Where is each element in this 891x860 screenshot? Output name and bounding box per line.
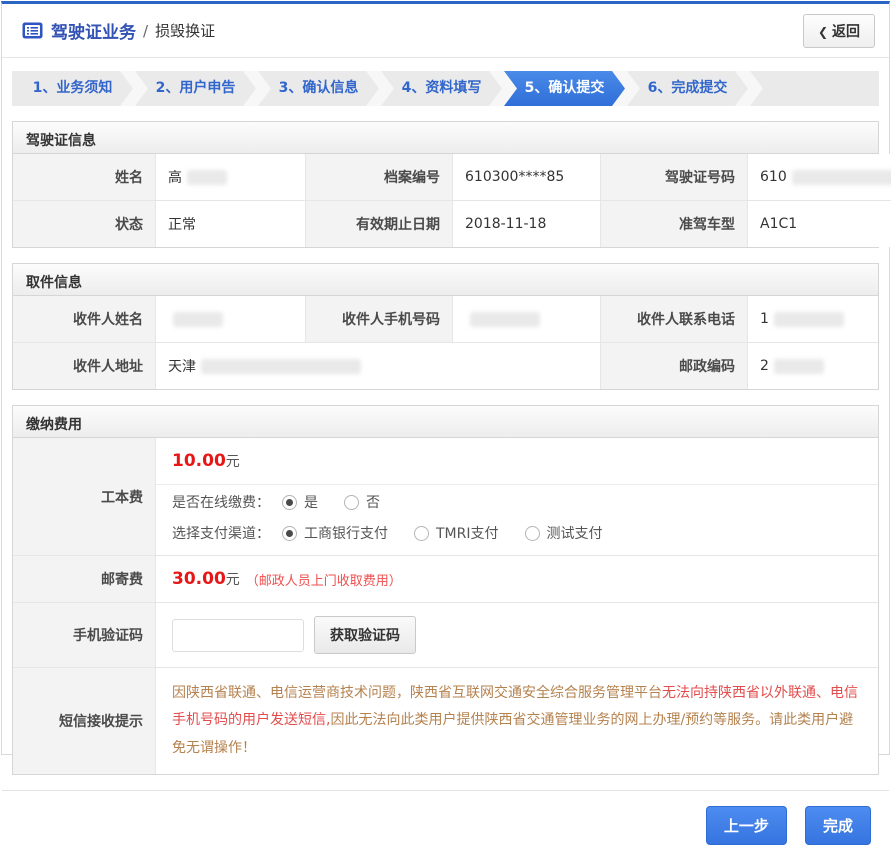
license-no-label: 驾驶证号码: [600, 154, 747, 200]
redacted-blur: [774, 359, 824, 374]
radio-unchecked-icon[interactable]: [525, 526, 540, 541]
redacted-blur: [187, 170, 227, 185]
radio-option-test-label: 测试支付: [547, 523, 603, 543]
valid-until-value: 2018-11-18: [452, 200, 600, 247]
radio-option-yes[interactable]: 是: [282, 492, 318, 512]
redacted-blur: [201, 359, 361, 374]
postage-fee-unit: 元: [226, 569, 240, 589]
recipient-mobile-label: 收件人手机号码: [305, 296, 452, 342]
main-content: 驾驶证信息 姓名 高 档案编号 610300****85 驾驶证号码 610 状…: [2, 106, 889, 775]
app-window: 驾驶证业务 / 损毁换证 ❮ 返回 1、业务须知 2、用户申告 3、确认信息 4、…: [1, 1, 890, 755]
recipient-phone-value: 1: [747, 296, 878, 342]
online-pay-question: 是否在线缴费：: [172, 492, 270, 512]
radio-unchecked-icon[interactable]: [344, 495, 359, 510]
step-2-user-declaration[interactable]: 2、用户申告: [135, 71, 256, 106]
step-4-fill-materials[interactable]: 4、资料填写: [381, 71, 502, 106]
production-fee-amount: 10.00: [172, 451, 226, 471]
redacted-blur: [470, 312, 540, 327]
radio-option-yes-label: 是: [304, 492, 318, 512]
postage-fee-cell: 30.00元 （邮政人员上门收取费用）: [155, 555, 878, 602]
postage-fee-amount: 30.00: [172, 569, 226, 589]
recipient-name-label: 收件人姓名: [13, 296, 155, 342]
captcha-label: 手机验证码: [13, 602, 155, 667]
radio-checked-icon[interactable]: [282, 495, 297, 510]
breadcrumb-current: 损毁换证: [155, 20, 215, 41]
recipient-phone-label: 收件人联系电话: [600, 296, 747, 342]
redacted-blur: [792, 170, 891, 185]
get-captcha-button[interactable]: 获取验证码: [314, 616, 416, 654]
sms-notice-label: 短信接收提示: [13, 667, 155, 774]
notice-part-1: 因陕西省联通、电信运营商技术问题，陕西省互联网交通安全综合服务管理平台: [172, 685, 662, 701]
previous-step-button[interactable]: 上一步: [706, 806, 787, 845]
license-info-table: 姓名 高 档案编号 610300****85 驾驶证号码 610 状态 正常 有…: [13, 154, 878, 247]
radio-option-icbc-label: 工商银行支付: [304, 523, 388, 543]
name-value: 高: [155, 154, 305, 200]
license-info-title: 驾驶证信息: [13, 122, 878, 154]
pickup-info-section: 取件信息 收件人姓名 收件人手机号码 收件人联系电话 1 收件人地址 天津 邮政…: [12, 263, 879, 390]
chevron-left-icon: ❮: [818, 25, 828, 39]
recipient-address-value: 天津: [155, 342, 600, 389]
postage-fee-note: （邮政人员上门收取费用）: [246, 570, 402, 589]
file-no-label: 档案编号: [305, 154, 452, 200]
license-no-value: 610: [747, 154, 891, 200]
radio-option-test[interactable]: 测试支付: [525, 523, 603, 543]
radio-checked-icon[interactable]: [282, 526, 297, 541]
recipient-address-label: 收件人地址: [13, 342, 155, 389]
status-label: 状态: [13, 200, 155, 247]
production-fee-cell: 10.00元 是否在线缴费： 是 否 选择支付渠道： 工商银行支付 TMRI支付…: [155, 438, 878, 555]
radio-option-no[interactable]: 否: [344, 492, 380, 512]
valid-until-label: 有效期止日期: [305, 200, 452, 247]
form-list-icon: [22, 22, 43, 39]
step-1-business-notice[interactable]: 1、业务须知: [12, 71, 133, 106]
file-no-value: 610300****85: [452, 154, 600, 200]
name-label: 姓名: [13, 154, 155, 200]
online-pay-radio-group: 是否在线缴费： 是 否: [156, 485, 878, 516]
pay-channel-radio-group: 选择支付渠道： 工商银行支付 TMRI支付 测试支付: [156, 516, 878, 555]
captcha-input[interactable]: [172, 619, 304, 652]
page-title: 驾驶证业务: [51, 18, 136, 43]
payment-section: 缴纳费用 工本费 10.00元 是否在线缴费： 是 否 选择支付渠道： 工商银行…: [12, 405, 879, 775]
radio-unchecked-icon[interactable]: [414, 526, 429, 541]
radio-option-tmri-label: TMRI支付: [436, 523, 499, 543]
payment-table: 工本费 10.00元 是否在线缴费： 是 否 选择支付渠道： 工商银行支付 TM…: [13, 438, 878, 774]
pickup-info-table: 收件人姓名 收件人手机号码 收件人联系电话 1 收件人地址 天津 邮政编码 2: [13, 296, 878, 389]
sms-notice-text: 因陕西省联通、电信运营商技术问题，陕西省互联网交通安全综合服务管理平台无法向持陕…: [155, 667, 878, 774]
redacted-blur: [173, 312, 223, 327]
postal-code-label: 邮政编码: [600, 342, 747, 389]
pickup-info-title: 取件信息: [13, 264, 878, 296]
recipient-name-value: [155, 296, 305, 342]
breadcrumb-separator: /: [143, 22, 148, 40]
postal-code-value: 2: [747, 342, 878, 389]
captcha-cell: 获取验证码: [155, 602, 878, 667]
vehicle-class-value: A1C1: [747, 200, 891, 247]
step-6-complete-submit[interactable]: 6、完成提交: [627, 71, 748, 106]
production-fee-label: 工本费: [13, 438, 155, 555]
production-fee-amount-line: 10.00元: [156, 438, 878, 485]
recipient-mobile-value: [452, 296, 600, 342]
status-value: 正常: [155, 200, 305, 247]
license-info-section: 驾驶证信息 姓名 高 档案编号 610300****85 驾驶证号码 610 状…: [12, 121, 879, 248]
back-button-label: 返回: [832, 24, 860, 40]
step-3-confirm-info[interactable]: 3、确认信息: [258, 71, 379, 106]
step-bar-filler: [750, 71, 879, 106]
back-button[interactable]: ❮ 返回: [803, 14, 875, 48]
step-5-confirm-submit-active[interactable]: 5、确认提交: [504, 71, 625, 106]
redacted-blur: [774, 312, 844, 327]
payment-title: 缴纳费用: [13, 406, 878, 438]
vehicle-class-label: 准驾车型: [600, 200, 747, 247]
finish-button[interactable]: 完成: [805, 806, 871, 845]
step-progress-bar: 1、业务须知 2、用户申告 3、确认信息 4、资料填写 5、确认提交 6、完成提…: [12, 71, 879, 106]
radio-option-no-label: 否: [366, 492, 380, 512]
postage-fee-label: 邮寄费: [13, 555, 155, 602]
pay-channel-question: 选择支付渠道：: [172, 523, 270, 543]
production-fee-unit: 元: [226, 454, 240, 470]
radio-option-tmri[interactable]: TMRI支付: [414, 523, 499, 543]
radio-option-icbc[interactable]: 工商银行支付: [282, 523, 388, 543]
title-bar: 驾驶证业务 / 损毁换证 ❮ 返回: [2, 4, 889, 58]
footer-actions: 上一步 完成: [2, 790, 889, 860]
